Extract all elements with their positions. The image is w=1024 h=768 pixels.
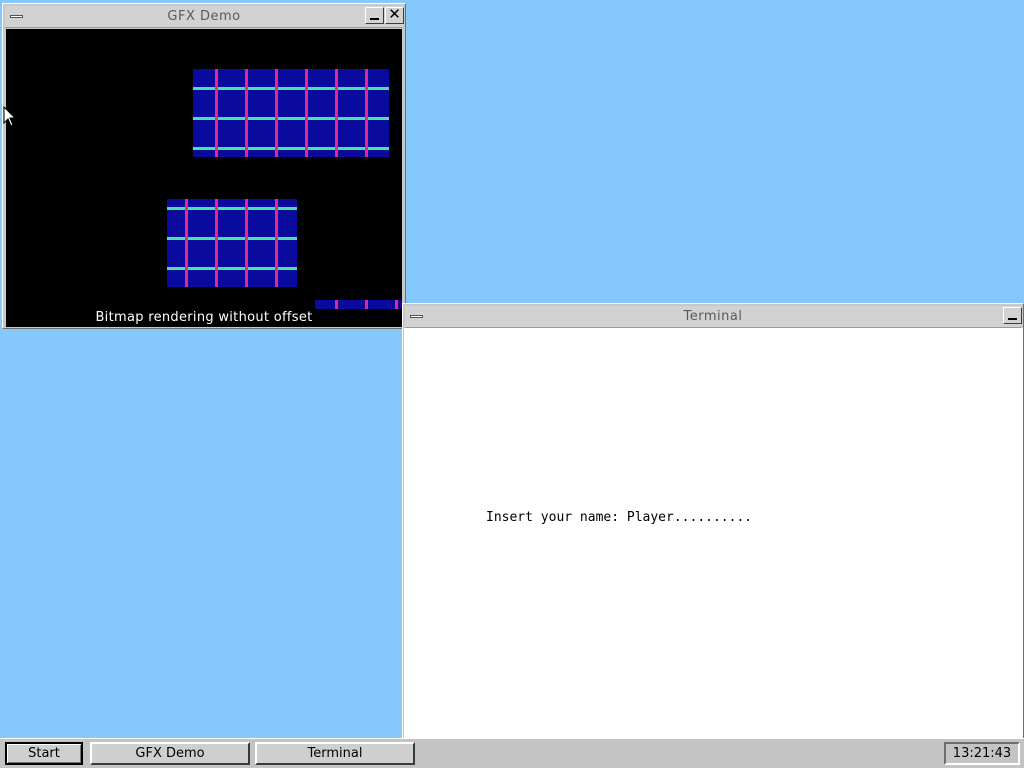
taskbar-item-gfx-demo[interactable]: GFX Demo [90,742,250,765]
gfx-bitmaps [167,69,402,309]
grid-h-line [193,117,389,120]
window-title: GFX Demo [167,9,241,24]
grid-v-line [245,199,248,287]
grid-v-line [335,300,338,309]
grid-v-line [245,69,248,157]
mouse-cursor-icon [3,106,17,127]
grid-v-line [215,69,218,157]
close-icon: ✕ [388,5,401,23]
terminal-window[interactable]: Terminal Insert your name: Player.......… [402,303,1024,739]
grid-v-line [275,199,278,287]
minimize-icon [370,18,379,20]
terminal-titlebar[interactable]: Terminal [405,306,1022,328]
bitmap-fill [315,300,402,309]
grid-v-line [275,69,278,157]
minimize-button[interactable] [365,7,384,24]
grid-v-line [215,199,218,287]
gfx-canvas[interactable]: Bitmap rendering without offset [6,29,402,327]
grid-v-line [395,300,398,309]
minimize-button[interactable] [1003,307,1022,324]
close-button[interactable]: ✕ [385,5,404,24]
taskbar: Start GFX Demo Terminal 13:21:43 [0,738,1024,768]
grid-h-line [193,147,389,150]
bitmap-grid-large [193,69,389,157]
grid-h-line [193,87,389,90]
taskbar-clock: 13:21:43 [944,742,1020,765]
terminal-output[interactable]: Insert your name: Player.......... [404,328,1023,738]
bitmap-fill [193,69,389,157]
terminal-prompt-line: Insert your name: Player.......... [486,510,753,525]
gfx-demo-window[interactable]: GFX Demo ✕ Bitmap rendering without offs… [2,3,406,329]
gfx-demo-titlebar[interactable]: GFX Demo ✕ [5,5,404,28]
taskbar-item-terminal[interactable]: Terminal [255,742,415,765]
grid-v-line [365,69,368,157]
bitmap-grid-small [167,199,297,287]
window-title: Terminal [683,309,743,324]
bitmap-strip [315,300,402,309]
gfx-caption: Bitmap rendering without offset [95,310,313,325]
grid-v-line [305,69,308,157]
grid-v-line [185,199,188,287]
grid-v-line [335,69,338,157]
start-button[interactable]: Start [5,742,83,765]
grid-v-line [365,300,368,309]
minimize-icon [1008,318,1017,320]
